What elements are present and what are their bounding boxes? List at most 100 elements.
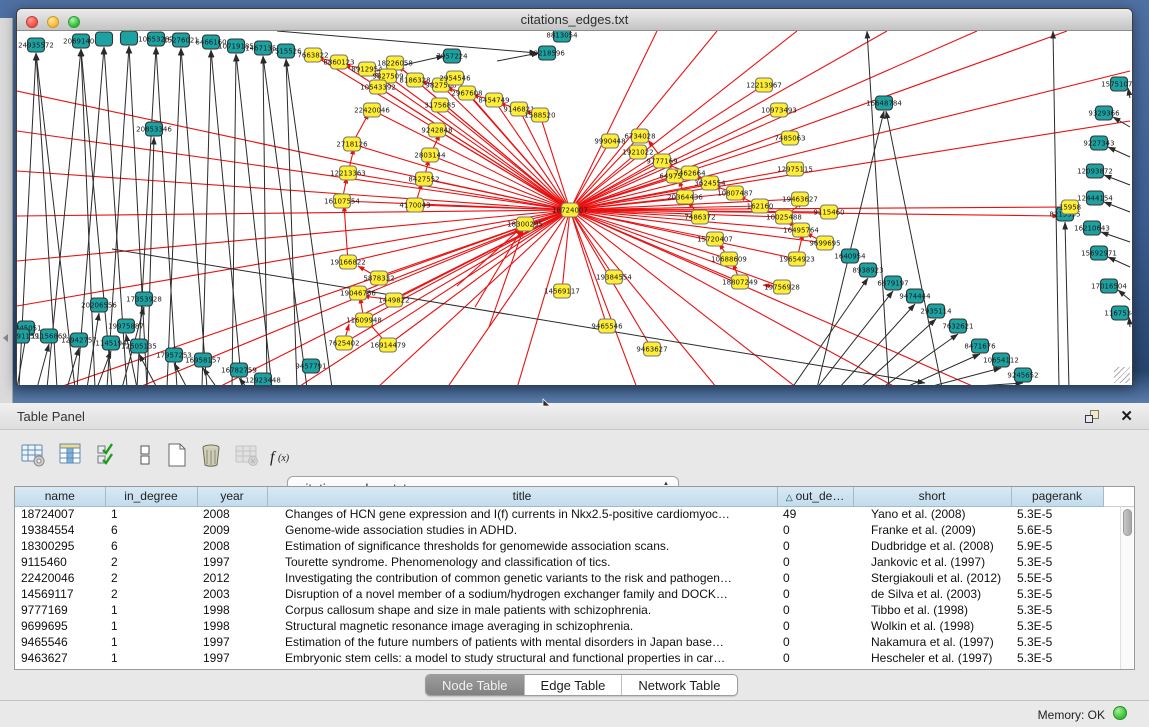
table-cell[interactable]: 6 xyxy=(105,538,197,554)
float-panel-icon[interactable] xyxy=(1085,410,1101,424)
table-row[interactable]: 911546021997Tourette syndrome. Phenomeno… xyxy=(15,554,1135,570)
table-cell[interactable]: 22420046 xyxy=(15,570,105,586)
table-cell[interactable]: Structural magnetic resonance image aver… xyxy=(267,618,777,634)
delete-trash-icon[interactable] xyxy=(198,442,224,468)
table-cell[interactable]: Dudbridge et al. (2008) xyxy=(853,538,1011,554)
table-cell[interactable]: 9463627 xyxy=(15,650,105,666)
table-cell[interactable]: 1 xyxy=(105,634,197,650)
column-header-short[interactable]: short xyxy=(853,487,1011,506)
table-cell[interactable]: Stergiakouli et al. (2012) xyxy=(853,570,1011,586)
table-row[interactable]: 946362711997Embryonic stem cells: a mode… xyxy=(15,650,1135,666)
table-cell[interactable]: 0 xyxy=(777,554,853,570)
table-cell[interactable]: 9777169 xyxy=(15,602,105,618)
table-cell[interactable]: 1 xyxy=(105,618,197,634)
column-header-pagerank[interactable]: pagerank xyxy=(1011,487,1103,506)
table-cell[interactable]: Tourette syndrome. Phenomenology and cla… xyxy=(267,554,777,570)
table-cell[interactable]: 2003 xyxy=(197,586,267,602)
table-cell[interactable]: Franke et al. (2009) xyxy=(853,522,1011,538)
table-cell[interactable]: 1998 xyxy=(197,602,267,618)
table-cell[interactable]: Nakamura et al. (1997) xyxy=(853,634,1011,650)
row-height-icon[interactable] xyxy=(132,442,158,468)
table-cell[interactable]: Wolkin et al. (1998) xyxy=(853,618,1011,634)
table-cell[interactable]: 9465546 xyxy=(15,634,105,650)
table-cell[interactable]: 9699695 xyxy=(15,618,105,634)
table-vertical-scrollbar[interactable] xyxy=(1120,507,1133,670)
table-cell[interactable]: Jankovic et al. (1997) xyxy=(853,554,1011,570)
table-row[interactable]: 1830029562008Estimation of significance … xyxy=(15,538,1135,554)
table-cell[interactable]: 2008 xyxy=(197,538,267,554)
table-cell[interactable]: Tibbo et al. (1998) xyxy=(853,602,1011,618)
left-collapsed-panel[interactable] xyxy=(0,18,13,403)
window-titlebar[interactable]: citations_edges.txt xyxy=(17,9,1132,31)
table-cell[interactable]: 1997 xyxy=(197,554,267,570)
table-cell[interactable]: 1 xyxy=(105,506,197,522)
table-cell[interactable]: 1 xyxy=(105,602,197,618)
node-table[interactable]: namein_degreeyeartitle△out_de…shortpager… xyxy=(14,486,1135,670)
table-cell[interactable]: 18300295 xyxy=(15,538,105,554)
table-cell[interactable]: Investigating the contribution of common… xyxy=(267,570,777,586)
table-cell[interactable]: 2 xyxy=(105,586,197,602)
table-cell[interactable]: 0 xyxy=(777,570,853,586)
table-cell[interactable]: 2 xyxy=(105,554,197,570)
table-cell[interactable]: 1998 xyxy=(197,618,267,634)
table-cell[interactable]: 2012 xyxy=(197,570,267,586)
table-row[interactable]: 977716911998Corpus callosum shape and si… xyxy=(15,602,1135,618)
table-row[interactable]: 969969511998Structural magnetic resonanc… xyxy=(15,618,1135,634)
table-cell[interactable]: Genome-wide association studies in ADHD. xyxy=(267,522,777,538)
column-header-year[interactable]: year xyxy=(197,487,267,506)
table-cell[interactable]: 0 xyxy=(777,634,853,650)
table-cell[interactable]: 0 xyxy=(777,538,853,554)
table-cell[interactable]: 6 xyxy=(105,522,197,538)
table-cell[interactable]: Hescheler et al. (1997) xyxy=(853,650,1011,666)
table-cell[interactable]: 5.3E-5 xyxy=(1011,602,1103,618)
table-cell[interactable]: 18724007 xyxy=(15,506,105,522)
network-view-window[interactable]: citations_edges.txt 24935572206914061065… xyxy=(16,8,1133,385)
table-cell[interactable]: 0 xyxy=(777,586,853,602)
delete-table-icon[interactable] xyxy=(234,442,260,468)
tab-edge-table[interactable]: Edge Table xyxy=(525,675,623,696)
table-cell[interactable]: 5.3E-5 xyxy=(1011,586,1103,602)
tab-node-table[interactable]: Node Table xyxy=(426,675,525,696)
table-cell[interactable]: 9115460 xyxy=(15,554,105,570)
table-cell[interactable]: Yano et al. (2008) xyxy=(853,506,1011,522)
table-mode-icon[interactable] xyxy=(20,442,46,468)
table-cell[interactable]: Estimation of significance thresholds fo… xyxy=(267,538,777,554)
table-cell[interactable]: 1 xyxy=(105,650,197,666)
column-header-out_de[interactable]: △out_de… xyxy=(777,487,853,506)
table-cell[interactable]: 2008 xyxy=(197,506,267,522)
table-cell[interactable]: 5.3E-5 xyxy=(1011,634,1103,650)
table-cell[interactable]: de Silva et al. (2003) xyxy=(853,586,1011,602)
table-cell[interactable]: Embryonic stem cells: a model to study s… xyxy=(267,650,777,666)
show-columns-icon[interactable] xyxy=(58,442,84,468)
scrollbar-thumb[interactable] xyxy=(1123,509,1132,536)
table-cell[interactable]: 5.3E-5 xyxy=(1011,650,1103,666)
table-cell[interactable]: 5.3E-5 xyxy=(1011,554,1103,570)
table-cell[interactable]: Changes of HCN gene expression and I(f) … xyxy=(267,506,777,522)
table-cell[interactable]: 5.3E-5 xyxy=(1011,618,1103,634)
table-cell[interactable]: 19384554 xyxy=(15,522,105,538)
column-header-name[interactable]: name xyxy=(15,487,105,506)
table-cell[interactable]: 2009 xyxy=(197,522,267,538)
column-header-in_degree[interactable]: in_degree xyxy=(105,487,197,506)
table-cell[interactable]: 0 xyxy=(777,618,853,634)
close-panel-icon[interactable]: ✕ xyxy=(1120,407,1133,425)
table-row[interactable]: 1872400712008Changes of HCN gene express… xyxy=(15,506,1135,522)
network-canvas[interactable]: 2493557220691406106532871527602164661601… xyxy=(17,31,1132,385)
column-header-title[interactable]: title xyxy=(267,487,777,506)
new-document-icon[interactable] xyxy=(164,442,190,468)
tab-network-table[interactable]: Network Table xyxy=(622,675,736,696)
table-row[interactable]: 1456911722003Disruption of a novel membe… xyxy=(15,586,1135,602)
table-cell[interactable]: 1997 xyxy=(197,650,267,666)
table-cell[interactable]: 0 xyxy=(777,522,853,538)
table-cell[interactable]: 2 xyxy=(105,570,197,586)
table-cell[interactable]: Disruption of a novel member of a sodium… xyxy=(267,586,777,602)
table-cell[interactable]: 49 xyxy=(777,506,853,522)
select-columns-icon[interactable] xyxy=(96,442,122,468)
table-row[interactable]: 2242004622012Investigating the contribut… xyxy=(15,570,1135,586)
panel-collapse-handle[interactable] xyxy=(3,334,8,342)
table-cell[interactable]: Corpus callosum shape and size in male p… xyxy=(267,602,777,618)
table-cell[interactable]: 5.3E-5 xyxy=(1011,506,1103,522)
memory-status-indicator[interactable] xyxy=(1113,706,1127,720)
table-cell[interactable]: 1997 xyxy=(197,634,267,650)
table-row[interactable]: 1938455462009Genome-wide association stu… xyxy=(15,522,1135,538)
